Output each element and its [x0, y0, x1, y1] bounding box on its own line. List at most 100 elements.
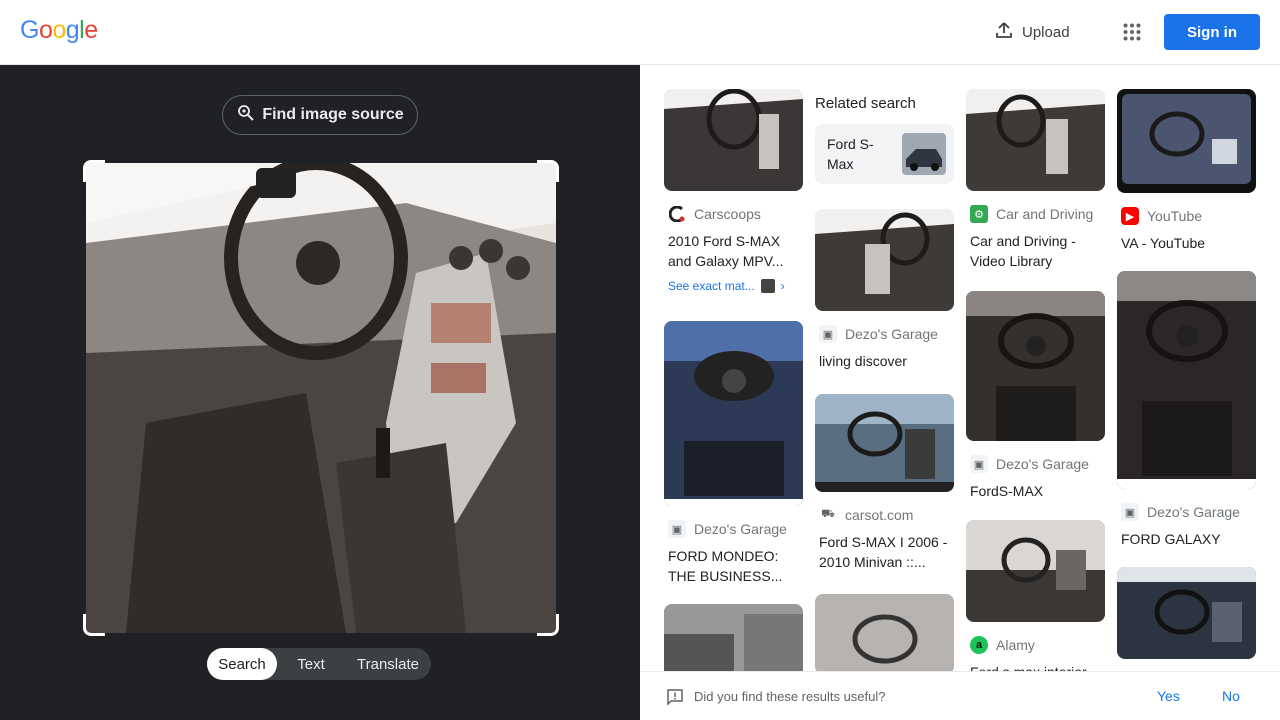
result-card[interactable]	[815, 594, 954, 671]
query-image	[86, 163, 556, 633]
result-source[interactable]: ▣ Dezo's Garage	[966, 455, 1105, 473]
feedback-bar: Did you find these results useful? Yes N…	[640, 671, 1280, 720]
result-title[interactable]: Ford S-MAX I 2006 - 2010 Minivan ::...	[815, 532, 954, 572]
result-thumbnail[interactable]	[815, 594, 954, 671]
carsot-icon: ⛟	[819, 506, 837, 524]
result-source-name: Dezo's Garage	[845, 326, 938, 342]
result-title[interactable]: FORD MONDEO: THE BUSINESS...	[664, 546, 803, 586]
result-title[interactable]: VA - YouTube	[1117, 233, 1256, 253]
related-search-chip-label: Ford S-Max	[827, 136, 874, 172]
result-source[interactable]: ⚙ Car and Driving	[966, 205, 1105, 223]
header: Google Upload Sign in	[0, 0, 1280, 65]
crop-handle-top-right[interactable]	[537, 160, 559, 182]
result-thumbnail[interactable]	[966, 89, 1105, 191]
result-thumbnail[interactable]	[664, 321, 803, 506]
apps-grid-icon[interactable]	[1116, 16, 1148, 48]
alamy-icon: a	[970, 636, 988, 654]
result-thumbnail[interactable]	[664, 89, 803, 191]
result-card[interactable]: ▣ Dezo's Garage FordS-MAX	[966, 291, 1105, 501]
result-source[interactable]: Carscoops	[664, 205, 803, 223]
find-image-source-button[interactable]: Find image source	[222, 95, 418, 135]
result-thumbnail[interactable]	[1117, 271, 1256, 489]
result-thumbnail[interactable]	[966, 291, 1105, 441]
sign-in-button[interactable]: Sign in	[1164, 14, 1260, 50]
chevron-right-icon: ›	[780, 279, 785, 293]
dezos-garage-icon: ▣	[819, 325, 837, 343]
see-exact-matches-link[interactable]: See exact mat... ›	[664, 279, 803, 293]
result-source[interactable]: ▣ Dezo's Garage	[1117, 503, 1256, 521]
tab-translate[interactable]: Translate	[345, 648, 431, 680]
crop-handle-bottom-right[interactable]	[537, 614, 559, 636]
feedback-no-button[interactable]: No	[1222, 688, 1240, 704]
result-source-name: Dezo's Garage	[1147, 504, 1240, 520]
result-card[interactable]: ▶ YouTube VA - YouTube	[1117, 89, 1256, 253]
result-thumbnail[interactable]	[815, 394, 954, 492]
result-source[interactable]: a Alamy	[966, 636, 1105, 654]
result-card[interactable]: ▣ Dezo's Garage FORD GALAXY	[1117, 271, 1256, 549]
carscoops-icon	[668, 205, 686, 223]
find-image-source-label: Find image source	[262, 106, 404, 123]
logo-letter: o	[38, 16, 53, 44]
tab-text[interactable]: Text	[277, 648, 345, 680]
youtube-icon: ▶	[1121, 207, 1139, 225]
upload-label: Upload	[1022, 23, 1070, 41]
result-card[interactable]	[664, 604, 803, 671]
related-search: Related search Ford S-Max	[815, 95, 954, 184]
upload-button[interactable]: Upload	[984, 14, 1080, 50]
result-title[interactable]: FordS-MAX	[966, 481, 1105, 501]
result-card[interactable]: ▣ Dezo's Garage living discover	[815, 209, 954, 371]
see-exact-matches-label: See exact mat...	[668, 279, 755, 293]
upload-icon	[994, 20, 1014, 44]
tab-search[interactable]: Search	[207, 648, 277, 680]
result-source-name: Dezo's Garage	[996, 456, 1089, 472]
result-card[interactable]: ⛟ carsot.com Ford S-MAX I 2006 - 2010 Mi…	[815, 394, 954, 572]
dezos-garage-icon: ▣	[1121, 503, 1139, 521]
mode-tabs: Search Text Translate	[207, 648, 431, 680]
result-thumbnail[interactable]	[966, 520, 1105, 622]
result-source-name: Dezo's Garage	[694, 521, 787, 537]
result-title[interactable]: 2010 Ford S-MAX and Galaxy MPV...	[664, 231, 803, 271]
feedback-question: Did you find these results useful?	[694, 688, 886, 704]
result-title[interactable]: living discover	[815, 351, 954, 371]
result-title[interactable]: FORD GALAXY	[1117, 529, 1256, 549]
car-and-driving-icon: ⚙	[970, 205, 988, 223]
result-card[interactable]	[1117, 567, 1256, 659]
exact-match-thumbnail-icon	[760, 279, 775, 293]
logo-letter: o	[52, 16, 66, 44]
result-title[interactable]: Car and Driving - Video Library	[966, 231, 1105, 271]
result-source-name: Carscoops	[694, 206, 761, 222]
related-search-title: Related search	[815, 95, 916, 112]
visual-matches-grid: Carscoops 2010 Ford S-MAX and Galaxy MPV…	[640, 65, 1280, 671]
result-source[interactable]: ▣ Dezo's Garage	[815, 325, 954, 343]
result-card[interactable]: a Alamy Ford s max interior	[966, 520, 1105, 671]
dezos-garage-icon: ▣	[668, 520, 686, 538]
result-card[interactable]: ⚙ Car and Driving Car and Driving - Vide…	[966, 89, 1105, 271]
result-source-name: YouTube	[1147, 208, 1203, 224]
result-card[interactable]: ▣ Dezo's Garage FORD MONDEO: THE BUSINES…	[664, 321, 803, 586]
result-source-name: Alamy	[996, 637, 1035, 653]
result-source[interactable]: ⛟ carsot.com	[815, 506, 954, 524]
result-source-name: carsot.com	[845, 507, 914, 523]
result-thumbnail[interactable]	[1117, 567, 1256, 659]
lens-search-icon	[236, 103, 256, 128]
result-title[interactable]: Ford s max interior	[966, 662, 1105, 671]
result-thumbnail[interactable]	[664, 604, 803, 671]
result-source[interactable]: ▣ Dezo's Garage	[664, 520, 803, 538]
result-source[interactable]: ▶ YouTube	[1117, 207, 1256, 225]
related-search-chip[interactable]: Ford S-Max	[815, 124, 954, 184]
logo-letter: g	[65, 16, 80, 44]
result-thumbnail[interactable]	[815, 209, 954, 311]
feedback-yes-button[interactable]: Yes	[1157, 688, 1180, 704]
google-logo[interactable]: Google	[20, 16, 98, 45]
logo-letter: e	[84, 16, 98, 44]
crop-handle-bottom-left[interactable]	[83, 614, 105, 636]
result-thumbnail[interactable]	[1117, 89, 1256, 193]
crop-handle-top-left[interactable]	[83, 160, 105, 182]
result-card[interactable]: Carscoops 2010 Ford S-MAX and Galaxy MPV…	[664, 89, 803, 293]
dezos-garage-icon: ▣	[970, 455, 988, 473]
feedback-icon	[666, 688, 684, 711]
logo-letter: G	[20, 16, 39, 44]
query-image-panel: Find image source Search Text Translate	[0, 65, 640, 720]
result-source-name: Car and Driving	[996, 206, 1094, 222]
related-chip-thumbnail	[902, 133, 946, 175]
